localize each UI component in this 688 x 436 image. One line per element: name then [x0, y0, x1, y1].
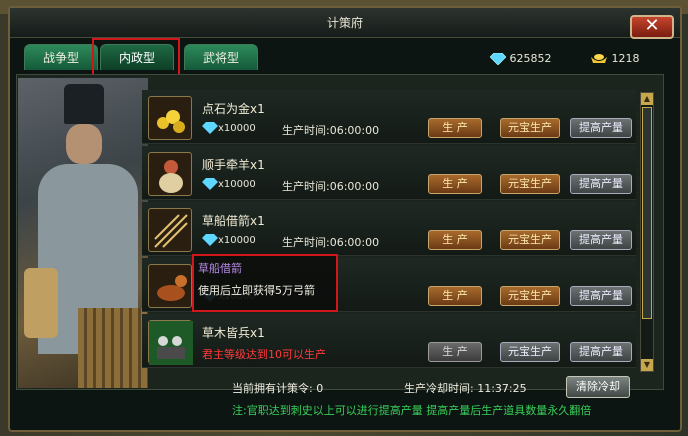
time-value: 06:00:00	[329, 236, 380, 249]
close-button[interactable]: ✕	[630, 15, 674, 39]
advisor-portrait	[18, 78, 148, 388]
yuanbao-produce-button[interactable]: 元宝生产	[500, 118, 560, 138]
produce-button[interactable]: 生 产	[428, 174, 482, 194]
produce-button[interactable]: 生 产	[428, 342, 482, 362]
diamond-count: 625852	[509, 52, 552, 65]
time-label: 生产时间:	[282, 180, 330, 193]
item-name: 顺手牵羊x1	[202, 158, 265, 172]
time-value: 06:00:00	[329, 124, 380, 137]
item-name: 草木皆兵x1	[202, 326, 265, 340]
item-cost: x10000	[202, 178, 256, 190]
portrait-hat	[64, 84, 104, 124]
sheep-thief-icon	[148, 152, 192, 196]
war-horse-icon	[148, 264, 192, 308]
close-icon: ✕	[644, 15, 660, 36]
clear-cooldown-button[interactable]: 清除冷却	[566, 376, 630, 398]
production-time: 生产时间:06:00:00	[282, 178, 379, 194]
yuanbao-produce-button[interactable]: 元宝生产	[500, 174, 560, 194]
tab-war-label: 战争型	[42, 51, 79, 65]
token-count-value: 0	[316, 382, 324, 395]
time-value: 06:00:00	[329, 180, 380, 193]
soldiers-icon	[148, 320, 193, 365]
item-name: 点石为金x1	[202, 102, 265, 116]
tooltip-description: 使用后立即获得5万弓箭	[198, 284, 315, 297]
list-item: 草船借箭x1 x10000 生产时间:06:00:00 生 产 元宝生产 提高产…	[142, 202, 636, 256]
produce-button[interactable]: 生 产	[428, 230, 482, 250]
item-name: 草船借箭x1	[202, 214, 265, 228]
tab-highlight-box	[92, 38, 180, 76]
portrait-face	[66, 124, 102, 164]
level-requirement-warning: 君主等级达到10可以生产	[202, 348, 326, 361]
diamond-balance: 625852	[490, 50, 552, 68]
gold-ingot-icon	[591, 54, 607, 63]
gold-nuggets-icon	[148, 96, 192, 140]
tab-general[interactable]: 武将型	[184, 44, 258, 70]
time-label: 生产时间:	[282, 124, 330, 137]
boost-output-button[interactable]: 提高产量	[570, 174, 632, 194]
cost-value: x10000	[218, 123, 256, 134]
production-time: 生产时间:06:00:00	[282, 122, 379, 138]
ingot-count: 1218	[611, 52, 640, 65]
cost-value: x10000	[218, 179, 256, 190]
cooldown-value: 11:37:25	[477, 382, 527, 395]
item-tooltip: 草船借箭 使用后立即获得5万弓箭	[192, 254, 338, 312]
token-count: 当前拥有计策令: 0	[232, 380, 323, 396]
item-cost: x10000	[202, 122, 256, 134]
boost-output-button[interactable]: 提高产量	[570, 230, 632, 250]
tab-war[interactable]: 战争型	[24, 44, 98, 70]
time-label: 生产时间:	[282, 236, 330, 249]
title-bar: 计策府 ✕	[10, 8, 680, 39]
item-cost: x10000	[202, 234, 256, 246]
yuanbao-produce-button[interactable]: 元宝生产	[500, 230, 560, 250]
yuanbao-produce-button[interactable]: 元宝生产	[500, 286, 560, 306]
footer-note: 注:官职达到刺史以上可以进行提高产量 提高产量后生产道具数量永久翻倍	[232, 404, 592, 417]
strategy-list: 点石为金x1 x10000 生产时间:06:00:00 生 产 元宝生产 提高产…	[142, 90, 636, 370]
diamond-icon	[490, 53, 506, 65]
list-scrollbar[interactable]: ▲ ▼	[640, 92, 654, 372]
production-time: 生产时间:06:00:00	[282, 234, 379, 250]
portrait-bamboo-slips	[78, 308, 148, 388]
yuanbao-produce-button[interactable]: 元宝生产	[500, 342, 560, 362]
scroll-thumb[interactable]	[642, 107, 652, 319]
diamond-icon	[202, 122, 218, 134]
boost-output-button[interactable]: 提高产量	[570, 342, 632, 362]
cooldown-timer: 生产冷却时间: 11:37:25	[404, 380, 527, 396]
produce-button[interactable]: 生 产	[428, 118, 482, 138]
scroll-down-icon[interactable]: ▼	[641, 359, 653, 371]
tab-general-label: 武将型	[202, 51, 239, 65]
diamond-icon	[202, 234, 218, 246]
portrait-scroll	[24, 268, 58, 338]
diamond-icon	[202, 178, 218, 190]
ingot-balance: 1218	[590, 50, 640, 68]
list-item: 草木皆兵x1 君主等级达到10可以生产 生 产 元宝生产 提高产量	[142, 314, 636, 368]
boost-output-button[interactable]: 提高产量	[570, 118, 632, 138]
list-item: 点石为金x1 x10000 生产时间:06:00:00 生 产 元宝生产 提高产…	[142, 90, 636, 144]
arrows-boat-icon	[148, 208, 192, 252]
cost-value: x10000	[218, 235, 256, 246]
window-title: 计策府	[326, 16, 363, 30]
produce-button[interactable]: 生 产	[428, 286, 482, 306]
scroll-up-icon[interactable]: ▲	[641, 93, 653, 105]
cooldown-label: 生产冷却时间:	[404, 382, 474, 395]
tooltip-title: 草船借箭	[198, 262, 242, 275]
token-count-label: 当前拥有计策令:	[232, 382, 313, 395]
list-item: 顺手牵羊x1 x10000 生产时间:06:00:00 生 产 元宝生产 提高产…	[142, 146, 636, 200]
boost-output-button[interactable]: 提高产量	[570, 286, 632, 306]
